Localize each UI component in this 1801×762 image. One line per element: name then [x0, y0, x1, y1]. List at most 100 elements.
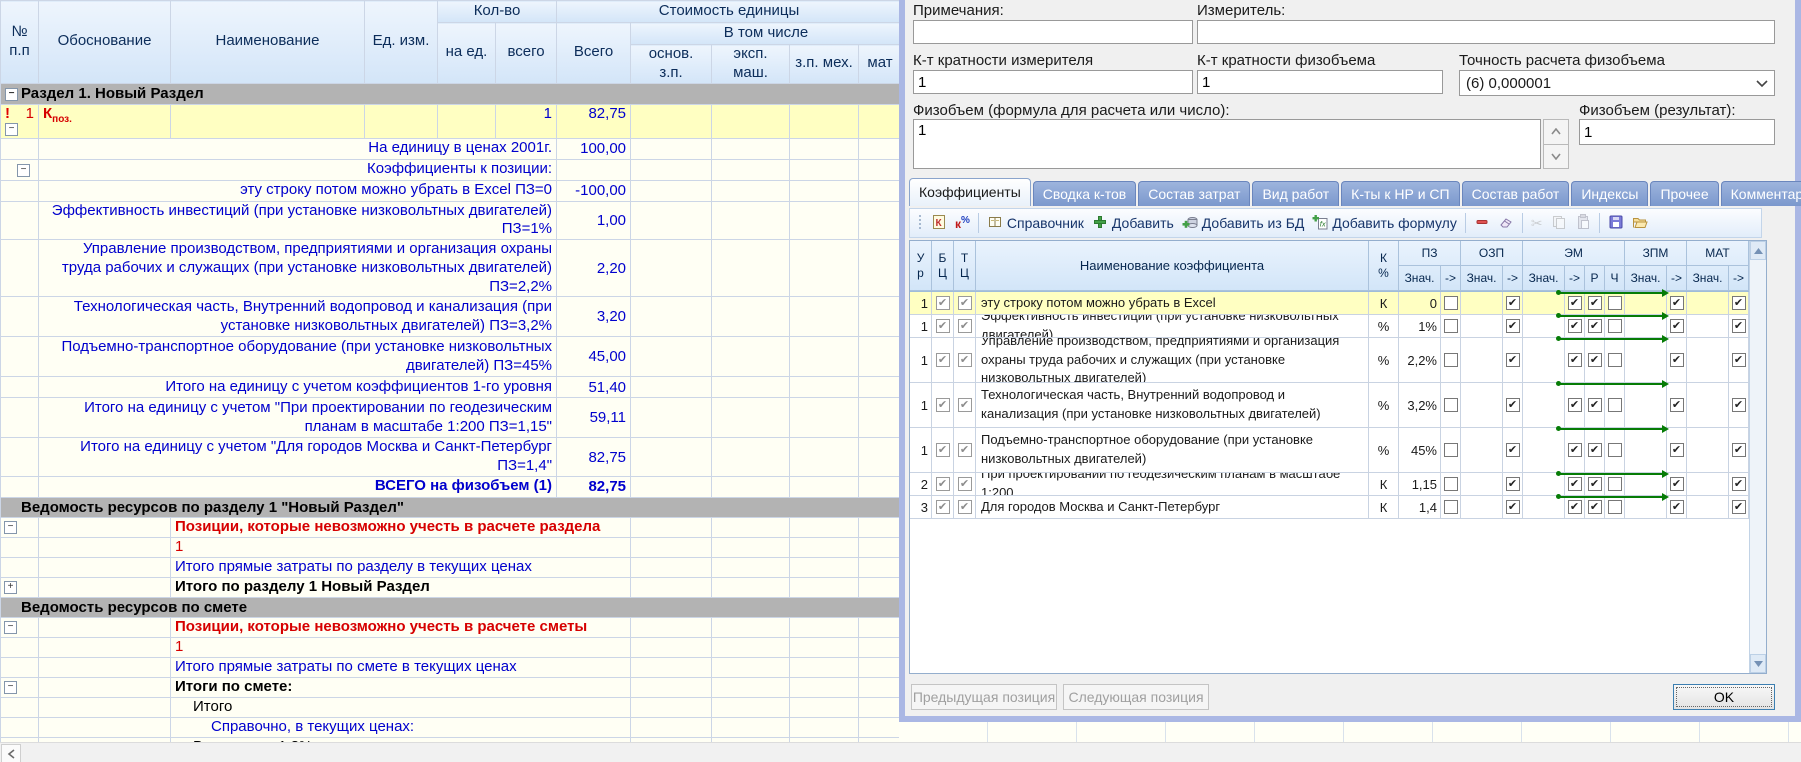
cell[interactable]: [39, 697, 171, 717]
row-label[interactable]: Управление производством, предприятиями …: [39, 240, 557, 297]
cell[interactable]: [859, 180, 902, 201]
level-cell[interactable]: 1: [910, 292, 932, 315]
mat-apply-checkbox[interactable]: ✔: [1732, 398, 1746, 412]
position-quantity[interactable]: 1: [496, 104, 557, 138]
row-value[interactable]: -100,00: [557, 180, 631, 201]
cell[interactable]: [631, 537, 712, 557]
grid-cell[interactable]: ✔: [932, 428, 954, 473]
cell[interactable]: [712, 337, 790, 377]
grid-cell[interactable]: [1523, 292, 1565, 315]
cell[interactable]: [631, 240, 712, 297]
cell[interactable]: [859, 138, 902, 159]
cell[interactable]: [790, 438, 859, 477]
grid-cell[interactable]: ✔: [932, 383, 954, 428]
cell[interactable]: [859, 557, 902, 577]
grid-cell[interactable]: ✔: [1729, 292, 1749, 315]
cell[interactable]: [790, 717, 859, 737]
estimate-row[interactable]: Итого на единицу с учетом "При проектиро…: [1, 398, 902, 438]
previous-position-button[interactable]: Предыдущая позиция: [911, 684, 1057, 710]
cell[interactable]: [712, 617, 790, 637]
grid-cell[interactable]: [1687, 428, 1729, 473]
row-value[interactable]: 45,00: [557, 337, 631, 377]
grid-cell[interactable]: ✔: [954, 292, 976, 315]
row-label[interactable]: Эффективность инвестиций (при установке …: [39, 201, 557, 240]
grid-cell[interactable]: ✔: [1585, 315, 1605, 338]
zpm-apply-checkbox[interactable]: ✔: [1670, 500, 1684, 514]
cell[interactable]: [39, 717, 171, 737]
row-label[interactable]: Итого на единицу с учетом коэффициентов …: [39, 377, 557, 398]
cell[interactable]: [39, 657, 171, 677]
toolbar-button-book[interactable]: Справочник: [983, 212, 1088, 235]
cell[interactable]: [631, 617, 712, 637]
cell[interactable]: [712, 159, 790, 180]
grid-cell[interactable]: [1605, 292, 1625, 315]
expander-icon[interactable]: −: [4, 681, 17, 694]
cell[interactable]: [859, 240, 902, 297]
cell[interactable]: [1, 337, 39, 377]
cell[interactable]: [1, 557, 39, 577]
em-r-checkbox[interactable]: ✔: [1588, 477, 1602, 491]
bc-checkbox[interactable]: ✔: [936, 443, 950, 457]
grid-cell[interactable]: ✔: [1667, 496, 1687, 519]
coefficient-name[interactable]: Подъемно-транспортное оборудование (при …: [976, 428, 1369, 473]
horizontal-scrollbar[interactable]: [0, 742, 1801, 762]
cell[interactable]: [631, 398, 712, 438]
formula-spinner[interactable]: [1543, 119, 1569, 169]
cell[interactable]: [365, 104, 438, 138]
grid-cell[interactable]: ✔: [1729, 383, 1749, 428]
grid-cell[interactable]: [1625, 315, 1667, 338]
grid-cell[interactable]: ✔: [1729, 473, 1749, 496]
toolbar-button-coeff[interactable]: К: [927, 212, 951, 235]
cell[interactable]: [631, 577, 712, 597]
cell[interactable]: [631, 637, 712, 657]
cell[interactable]: [1, 438, 39, 477]
cell[interactable]: [712, 201, 790, 240]
grid-cell[interactable]: ✔: [1667, 338, 1687, 383]
coefficient-name[interactable]: Технологическая часть, Внутренний водопр…: [976, 383, 1369, 428]
grid-cell[interactable]: ✔: [1565, 473, 1585, 496]
grid-cell[interactable]: [1605, 383, 1625, 428]
em-apply-checkbox[interactable]: ✔: [1568, 500, 1582, 514]
em-apply-checkbox[interactable]: ✔: [1568, 353, 1582, 367]
tab-6[interactable]: Индексы: [1571, 181, 1648, 206]
cell[interactable]: [712, 657, 790, 677]
grid-cell[interactable]: ✔: [1565, 496, 1585, 519]
bc-checkbox[interactable]: ✔: [936, 500, 950, 514]
cell[interactable]: [790, 577, 859, 597]
cell[interactable]: [859, 637, 902, 657]
toolbar-button-folder[interactable]: [1628, 212, 1652, 235]
grid-cell[interactable]: [1605, 428, 1625, 473]
grid-cell[interactable]: [1625, 383, 1667, 428]
cell[interactable]: [39, 637, 171, 657]
em-ch-checkbox[interactable]: [1608, 296, 1622, 310]
cell[interactable]: [712, 517, 790, 537]
row-value[interactable]: 82,75: [557, 438, 631, 477]
cell[interactable]: [631, 159, 712, 180]
pz-apply-checkbox[interactable]: [1444, 398, 1458, 412]
cell[interactable]: [712, 557, 790, 577]
row-value[interactable]: 3,20: [557, 297, 631, 337]
coefficient-row-7[interactable]: 3✔✔Для городов Москва и Санкт-ПетербургК…: [910, 496, 1749, 519]
cell[interactable]: [859, 201, 902, 240]
grid-cell[interactable]: [1625, 292, 1667, 315]
grid-cell[interactable]: [1625, 428, 1667, 473]
kind-cell[interactable]: К: [1369, 496, 1399, 519]
tc-checkbox[interactable]: ✔: [958, 500, 972, 514]
cell[interactable]: [859, 657, 902, 677]
coefficient-row-6[interactable]: 2✔✔При проектировании по геодезическим п…: [910, 473, 1749, 496]
cell[interactable]: [712, 240, 790, 297]
cell[interactable]: −: [1, 159, 39, 180]
tc-checkbox[interactable]: ✔: [958, 353, 972, 367]
cell[interactable]: [712, 717, 790, 737]
coefficient-row-1[interactable]: 1✔✔эту строку потом можно убрать в Excel…: [910, 292, 1749, 315]
row-value[interactable]: 51,40: [557, 377, 631, 398]
grid-cell[interactable]: ✔: [1729, 428, 1749, 473]
position-basis[interactable]: Кпоз.: [39, 104, 171, 138]
tab-7[interactable]: Прочее: [1650, 181, 1718, 206]
cell[interactable]: −: [1, 677, 39, 697]
cell[interactable]: [39, 537, 171, 557]
toolbar-button-plus-fx[interactable]: fxДобавить формулу: [1308, 212, 1461, 235]
row-label[interactable]: Итого прямые затраты по смете в текущих …: [171, 657, 631, 677]
spinner-up-icon[interactable]: [1543, 119, 1569, 145]
estimate-row[interactable]: ВСЕГО на физобъем (1)82,75: [1, 476, 902, 497]
